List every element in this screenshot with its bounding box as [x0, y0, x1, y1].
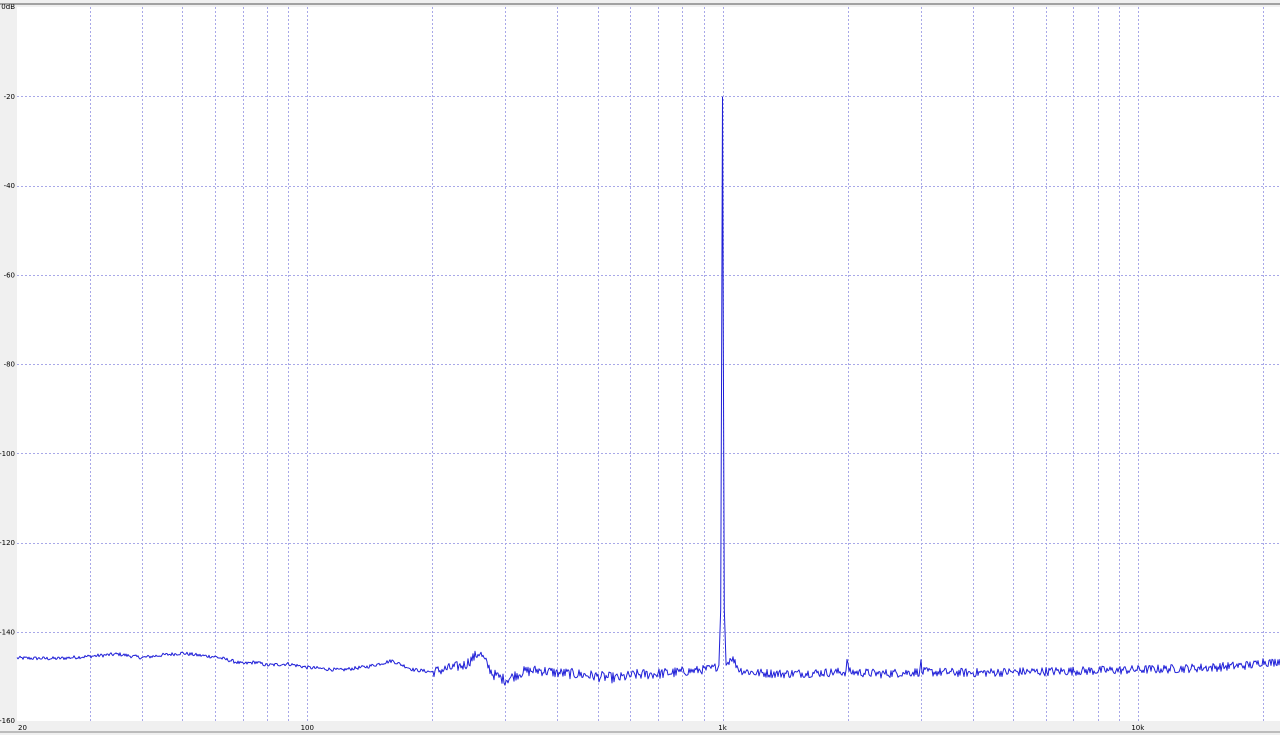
y-tick-label: -20 — [4, 93, 15, 101]
y-tick-label: -100 — [0, 450, 15, 458]
y-tick-label: -160 — [0, 717, 15, 725]
spectrum-chart: 0dB-20-40-60-80-100-120-140-16020 100 1k 10… — [0, 3, 1280, 733]
x-tick-label: 1k — [718, 724, 727, 732]
x-tick-label: 20 — [18, 724, 27, 732]
y-tick-label: -60 — [4, 271, 15, 279]
x-tick-label: 10k — [1131, 724, 1145, 732]
y-tick-label: -80 — [4, 361, 15, 369]
y-tick-label: -120 — [0, 539, 15, 547]
y-tick-label: -140 — [0, 628, 15, 636]
x-tick-label: 100 — [301, 724, 314, 732]
analyzer-window: 0dB -20 -40 -60 -80 -100 -120 -140 -160 20 100 1k 10… — [0, 0, 1280, 735]
y-tick-label: -40 — [4, 182, 15, 190]
